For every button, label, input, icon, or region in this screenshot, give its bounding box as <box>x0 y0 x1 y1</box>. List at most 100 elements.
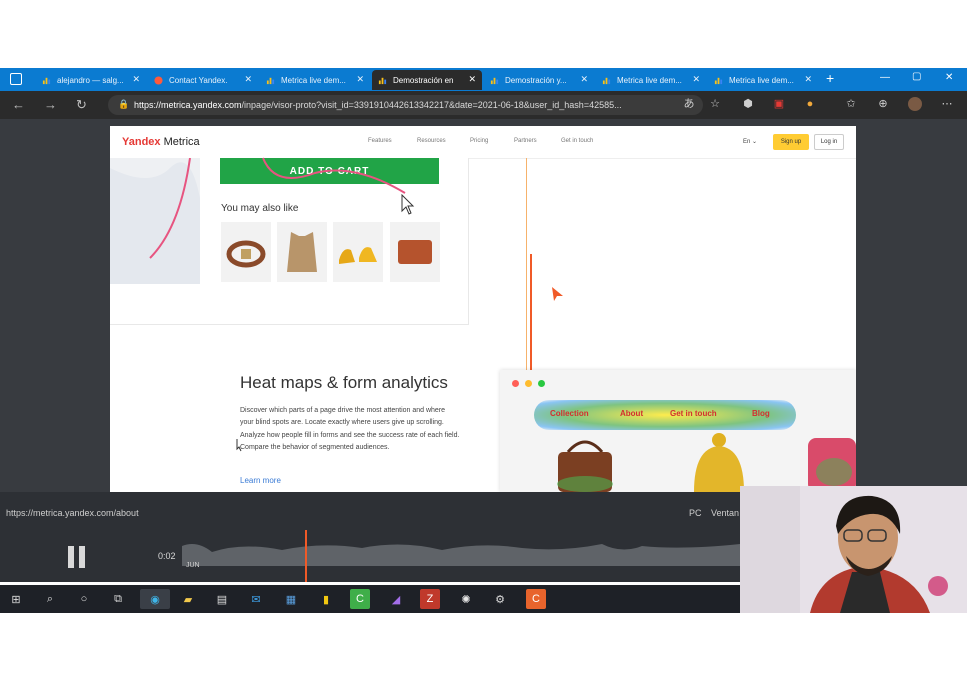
timeline-month-label: JUN <box>186 562 200 569</box>
back-arrow-icon[interactable]: ← <box>12 97 25 112</box>
session-player: https://metrica.yandex.com/about PC Vent… <box>0 492 740 582</box>
playback-time: 0:02 <box>158 551 176 561</box>
product-thumb-vest[interactable] <box>277 222 327 282</box>
shoes-icon <box>339 247 377 264</box>
mouse-cursor-icon <box>401 194 415 215</box>
site-logo[interactable]: Yandex Metrica <box>122 136 200 148</box>
tab-label: alejandro — salg... <box>57 75 124 85</box>
window-maximize-button[interactable]: ▢ <box>912 71 921 82</box>
browser-tab[interactable]: alejandro — salg... ✕ <box>36 70 146 90</box>
browser-tab-active[interactable]: Demostración en ✕ <box>372 70 482 90</box>
collections-icon[interactable]: ⊕ <box>877 98 889 110</box>
replayed-page: Yandex Metrica Features Resources Pricin… <box>110 126 856 492</box>
device-label: PC <box>689 508 702 518</box>
login-button[interactable]: Log in <box>814 134 844 150</box>
task-view-icon[interactable]: ⧉ <box>108 589 128 609</box>
tab-close-icon[interactable]: ✕ <box>468 74 476 85</box>
signup-button[interactable]: Sign up <box>773 134 809 150</box>
heatmap-label-blog: Blog <box>752 409 770 418</box>
red-extension-icon[interactable]: ▣ <box>773 98 785 110</box>
file-explorer-icon[interactable]: ▰ <box>178 589 198 609</box>
tab-label: Demostración y... <box>505 75 567 85</box>
new-tab-button[interactable]: + <box>826 70 834 86</box>
logo-product: Metrica <box>163 136 200 148</box>
fabric-image-icon <box>110 157 200 284</box>
metrica-favicon-icon <box>266 77 275 84</box>
heatmap-label-get-in-touch: Get in touch <box>670 409 717 418</box>
window-close-button[interactable]: ✕ <box>945 72 953 83</box>
more-menu-icon[interactable]: ⋯ <box>941 98 953 110</box>
reload-icon[interactable]: ↻ <box>76 97 87 113</box>
language-selector[interactable]: En ⌄ <box>743 138 757 145</box>
edge-icon[interactable]: ◉ <box>140 589 170 609</box>
filezilla-icon[interactable]: Z <box>420 589 440 609</box>
nav-link-get-in-touch[interactable]: Get in touch <box>561 138 593 144</box>
pause-button[interactable] <box>68 546 86 568</box>
presenter-video <box>740 486 967 613</box>
site-header: Yandex Metrica Features Resources Pricin… <box>110 126 856 159</box>
cookie-extension-icon[interactable]: ● <box>804 98 816 110</box>
recorder-icon[interactable]: C <box>526 589 546 609</box>
playhead[interactable] <box>304 530 307 582</box>
forward-arrow-icon[interactable]: → <box>44 97 57 112</box>
tab-actions-icon[interactable] <box>10 73 22 85</box>
browser-toolbar: ← → ↻ 🔒 https://metrica.yandex.com/inpag… <box>0 91 967 119</box>
product-thumb-wallet[interactable] <box>390 222 440 282</box>
mail-icon[interactable]: ✉ <box>246 589 266 609</box>
favorites-icon[interactable]: ✩ <box>845 98 857 110</box>
metrica-favicon-icon <box>602 77 611 84</box>
product-thumb-shoes[interactable] <box>333 222 383 282</box>
nav-link-resources[interactable]: Resources <box>417 138 446 144</box>
chrome-icon[interactable]: ✺ <box>456 589 476 609</box>
product-thumb-belt[interactable] <box>221 222 271 282</box>
heatmap-label-collection: Collection <box>550 409 589 418</box>
tab-close-icon[interactable]: ✕ <box>580 74 588 85</box>
nav-link-features[interactable]: Features <box>368 138 392 144</box>
browser-tab[interactable]: Contact Yandex. ✕ <box>148 70 258 90</box>
powerbi-icon[interactable]: ▮ <box>316 589 336 609</box>
pink-bag-image-icon <box>808 438 856 492</box>
heatmap-label-about: About <box>620 409 644 418</box>
tab-close-icon[interactable]: ✕ <box>804 74 812 85</box>
logo-brand: Yandex <box>122 136 161 148</box>
visual-studio-icon[interactable]: ◢ <box>386 589 406 609</box>
tab-label: Demostración en <box>393 75 454 85</box>
tab-label: Contact Yandex. <box>169 75 228 85</box>
app-icon[interactable]: ▦ <box>281 589 301 609</box>
favorite-star-icon[interactable]: ☆ <box>709 98 721 110</box>
browser-tab[interactable]: Metrica live dem... ✕ <box>260 70 370 90</box>
tab-label: Metrica live dem... <box>617 75 682 85</box>
tab-close-icon[interactable]: ✕ <box>356 74 364 85</box>
nav-link-pricing[interactable]: Pricing <box>470 138 488 144</box>
profile-avatar-icon[interactable] <box>908 97 922 111</box>
mouse-trail <box>262 157 406 194</box>
nav-link-partners[interactable]: Partners <box>514 138 537 144</box>
click-marker-icon <box>552 287 563 301</box>
learn-more-link[interactable]: Learn more <box>240 476 281 485</box>
pause-bar-right <box>79 546 85 568</box>
browser-tab[interactable]: Demostración y... ✕ <box>484 70 594 90</box>
metrica-favicon-icon <box>378 77 387 84</box>
cortana-icon[interactable]: ○ <box>74 589 94 609</box>
store-icon[interactable]: ▤ <box>212 589 232 609</box>
read-aloud-icon[interactable]: あ <box>683 98 695 110</box>
start-icon[interactable]: ⊞ <box>6 589 26 609</box>
address-bar[interactable]: 🔒 https://metrica.yandex.com/inpage/viso… <box>108 95 703 115</box>
knit-hat-image-icon <box>694 433 744 492</box>
camtasia-icon[interactable]: C <box>350 589 370 609</box>
lock-icon: 🔒 <box>118 99 130 109</box>
window-dot-yellow <box>525 380 532 387</box>
tab-close-icon[interactable]: ✕ <box>244 74 252 85</box>
tab-close-icon[interactable]: ✕ <box>692 74 700 85</box>
activity-timeline[interactable] <box>182 538 740 574</box>
browser-tab[interactable]: Metrica live dem... ✕ <box>708 70 818 90</box>
language-value: En <box>743 139 751 145</box>
browser-tab[interactable]: Metrica live dem... ✕ <box>596 70 706 90</box>
windows-taskbar: ⊞ ⌕ ○ ⧉ ◉ ▰ ▤ ✉ ▦ ▮ C ◢ Z ✺ ⚙ C <box>0 585 740 613</box>
search-icon[interactable]: ⌕ <box>40 589 60 609</box>
settings-icon[interactable]: ⚙ <box>490 589 510 609</box>
section-description: Discover which parts of a page drive the… <box>240 407 460 451</box>
tab-close-icon[interactable]: ✕ <box>132 74 140 85</box>
shield-extension-icon[interactable]: ⬢ <box>742 98 754 110</box>
window-minimize-button[interactable]: — <box>880 72 890 83</box>
